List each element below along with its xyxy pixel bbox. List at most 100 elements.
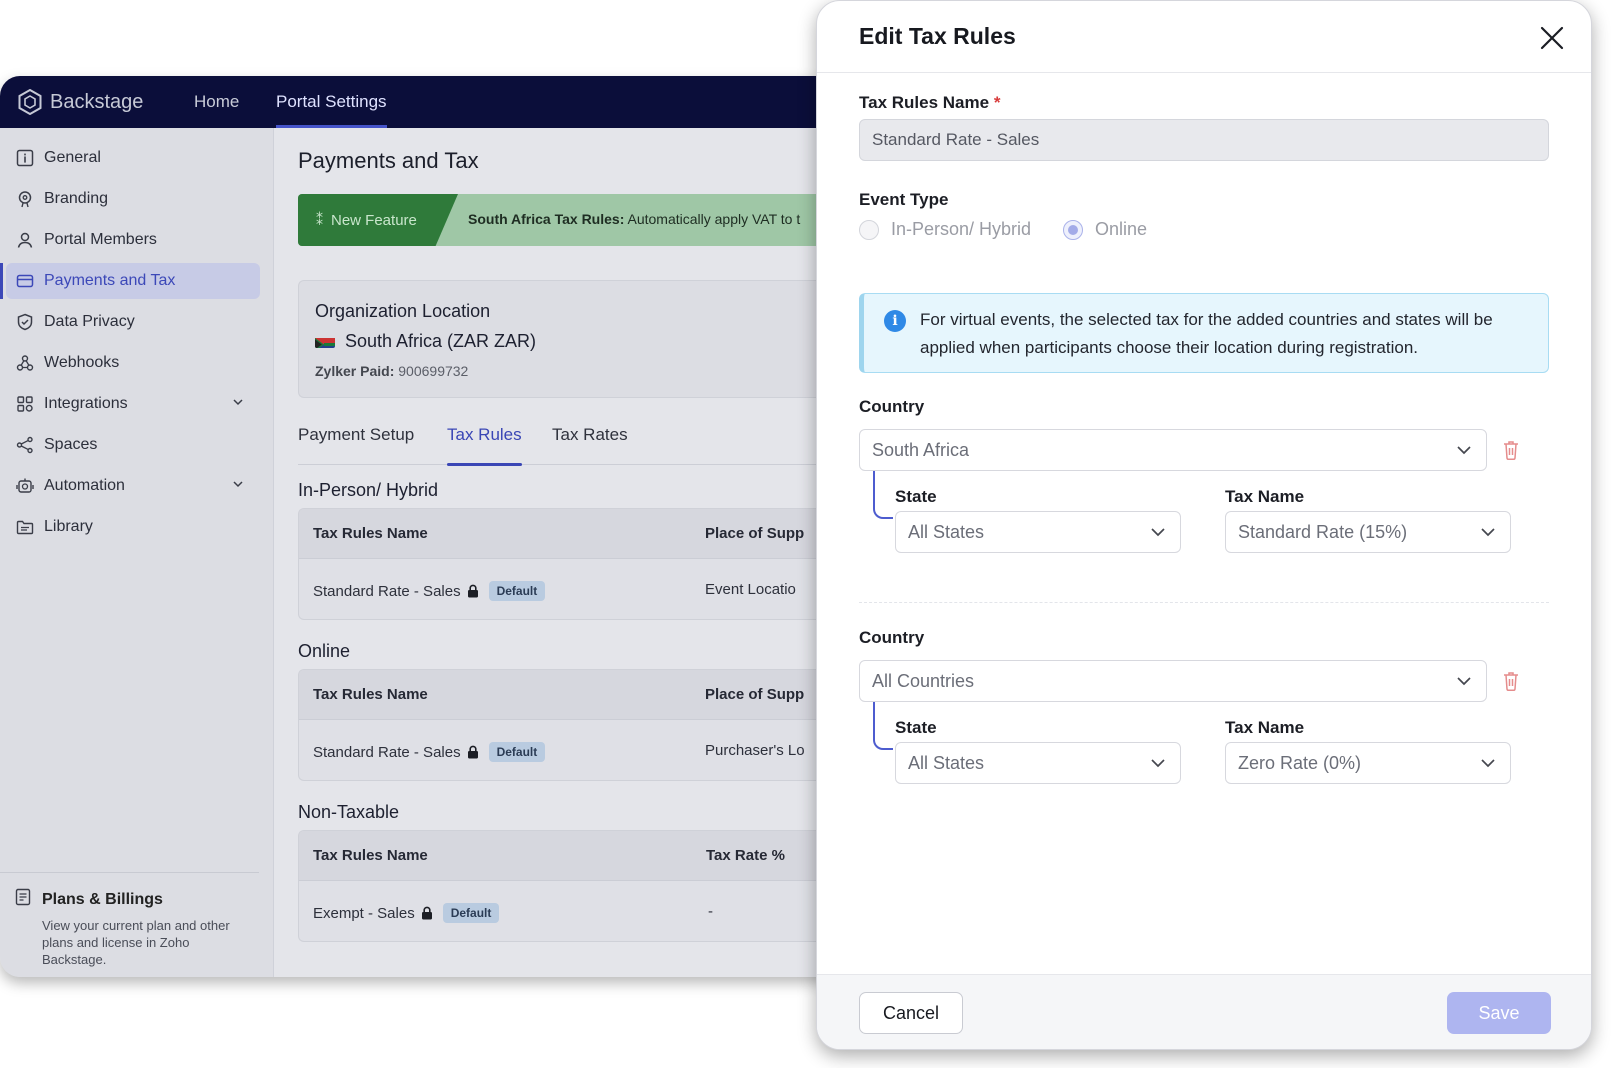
- plans-title: Plans & Billings: [42, 890, 163, 908]
- brand-name: Backstage: [50, 90, 144, 113]
- sidebar-item-automation[interactable]: Automation: [6, 468, 260, 504]
- table-row[interactable]: Exempt - Sales Default: [313, 903, 500, 923]
- radio-online[interactable]: Online: [1063, 219, 1147, 240]
- shield-icon: [16, 313, 34, 331]
- state-select[interactable]: All States: [895, 742, 1181, 784]
- cancel-button[interactable]: Cancel: [859, 992, 963, 1034]
- sidebar-item-label: Portal Members: [44, 231, 157, 248]
- select-value: All States: [908, 753, 985, 773]
- sidebar-item-label: Automation: [44, 477, 125, 494]
- modal-title: Edit Tax Rules: [859, 23, 1016, 49]
- brand-logo[interactable]: Backstage: [18, 89, 143, 115]
- south-africa-flag-icon: [315, 335, 335, 348]
- tab-tax-rates[interactable]: Tax Rates: [552, 423, 628, 465]
- table-row[interactable]: Standard Rate - Sales Default: [313, 581, 546, 601]
- rule-name: Standard Rate - Sales: [313, 743, 461, 761]
- modal-header: Edit Tax Rules: [817, 1, 1591, 73]
- country-select[interactable]: South Africa: [859, 429, 1487, 471]
- chevron-down-icon[interactable]: [232, 478, 244, 490]
- label-text: Tax Rules Name: [859, 93, 990, 112]
- share-nodes-icon: [16, 436, 34, 454]
- country-label: Country: [859, 397, 925, 416]
- sidebar-item-data-privacy[interactable]: Data Privacy: [6, 304, 260, 340]
- radio-dot-selected: [1063, 219, 1083, 240]
- sidebar-item-label: Integrations: [44, 395, 128, 412]
- country-select[interactable]: All Countries: [859, 660, 1487, 702]
- org-location-label: Organization Location: [315, 301, 491, 321]
- lock-icon: [467, 745, 479, 759]
- section-title-non-taxable: Non-Taxable: [298, 802, 400, 822]
- radio-in-person-hybrid[interactable]: In-Person/ Hybrid: [859, 219, 1031, 240]
- tab-tax-rules[interactable]: Tax Rules: [447, 423, 522, 466]
- sidebar-item-label: Library: [44, 518, 93, 535]
- sidebar-item-label: Data Privacy: [44, 313, 135, 330]
- sidebar-item-label: Payments and Tax: [44, 272, 176, 289]
- sidebar-item-general[interactable]: General: [6, 140, 260, 176]
- nav-portal-settings[interactable]: Portal Settings: [276, 76, 387, 128]
- sidebar-item-library[interactable]: Library: [6, 509, 260, 545]
- state-label: State: [895, 487, 937, 506]
- chevron-down-icon: [1457, 677, 1471, 686]
- robot-icon: [16, 477, 34, 495]
- sidebar-item-portal-members[interactable]: Portal Members: [6, 222, 260, 258]
- plans-and-billings[interactable]: Plans & Billings View your current plan …: [14, 888, 254, 968]
- select-value: All Countries: [872, 671, 975, 691]
- info-square-icon: [16, 149, 34, 167]
- tab-payment-setup[interactable]: Payment Setup: [298, 423, 414, 465]
- sidebar-item-label: Spaces: [44, 436, 98, 453]
- rule-separator: [859, 602, 1549, 603]
- default-badge: Default: [442, 903, 500, 923]
- rule-tree-connector: [873, 702, 893, 750]
- sidebar-item-integrations[interactable]: Integrations: [6, 386, 260, 422]
- sparkle-icon: ⁑: [316, 211, 323, 228]
- close-icon[interactable]: [1539, 25, 1565, 51]
- edit-tax-rules-modal: Edit Tax Rules Tax Rules Name * Standard…: [816, 0, 1592, 1050]
- info-icon: i: [884, 310, 906, 332]
- sidebar-item-spaces[interactable]: Spaces: [6, 427, 260, 463]
- settings-sidebar: General Branding Portal Members Payments…: [0, 128, 274, 977]
- folder-icon: [16, 518, 34, 536]
- nav-home[interactable]: Home: [194, 76, 239, 128]
- sidebar-item-branding[interactable]: Branding: [6, 181, 260, 217]
- trash-icon[interactable]: [1501, 439, 1521, 461]
- tax-rate-cell: -: [708, 903, 713, 920]
- tax-name-select[interactable]: Standard Rate (15%): [1225, 511, 1511, 553]
- plans-description: View your current plan and other plans a…: [42, 918, 230, 967]
- chevron-down-icon: [1481, 528, 1495, 537]
- state-label: State: [895, 718, 937, 737]
- org-paid-value: 900699732: [394, 363, 469, 379]
- lock-icon: [421, 906, 433, 920]
- card-icon: [16, 272, 34, 290]
- org-country-name: South Africa (ZAR ZAR): [345, 331, 537, 351]
- sidebar-item-payments-and-tax[interactable]: Payments and Tax: [0, 263, 260, 299]
- select-value: Zero Rate (0%): [1238, 753, 1362, 773]
- tax-rules-name-label: Tax Rules Name *: [859, 93, 1000, 113]
- trash-icon[interactable]: [1501, 670, 1521, 692]
- info-callout: i For virtual events, the selected tax f…: [859, 293, 1549, 373]
- chevron-down-icon[interactable]: [232, 396, 244, 408]
- chevron-down-icon: [1481, 759, 1495, 768]
- org-paid-label: Zylker Paid:: [315, 363, 395, 379]
- org-paid: Zylker Paid: 900699732: [315, 363, 468, 379]
- chevron-down-icon: [1457, 446, 1471, 455]
- sidebar-item-webhooks[interactable]: Webhooks: [6, 345, 260, 381]
- banner-text: Automatically apply VAT to t: [624, 211, 801, 227]
- backstage-logo-icon: [18, 89, 42, 115]
- org-country: South Africa (ZAR ZAR): [315, 331, 536, 352]
- save-button[interactable]: Save: [1447, 992, 1551, 1034]
- column-header: Place of Supp: [705, 686, 805, 703]
- state-select[interactable]: All States: [895, 511, 1181, 553]
- sidebar-divider: [0, 872, 259, 873]
- table-row[interactable]: Standard Rate - Sales Default: [313, 742, 546, 762]
- radio-dot: [859, 219, 879, 240]
- lock-icon: [467, 584, 479, 598]
- chevron-down-icon: [1151, 759, 1165, 768]
- tax-rules-name-field[interactable]: Standard Rate - Sales: [859, 119, 1549, 161]
- tax-name-label: Tax Name: [1225, 487, 1305, 506]
- tax-name-select[interactable]: Zero Rate (0%): [1225, 742, 1511, 784]
- event-type-label: Event Type: [859, 190, 949, 209]
- sidebar-item-label: Webhooks: [44, 354, 120, 371]
- column-header: Place of Supp: [705, 525, 805, 542]
- palette-icon: [16, 190, 34, 208]
- column-header: Tax Rules Name: [313, 686, 428, 703]
